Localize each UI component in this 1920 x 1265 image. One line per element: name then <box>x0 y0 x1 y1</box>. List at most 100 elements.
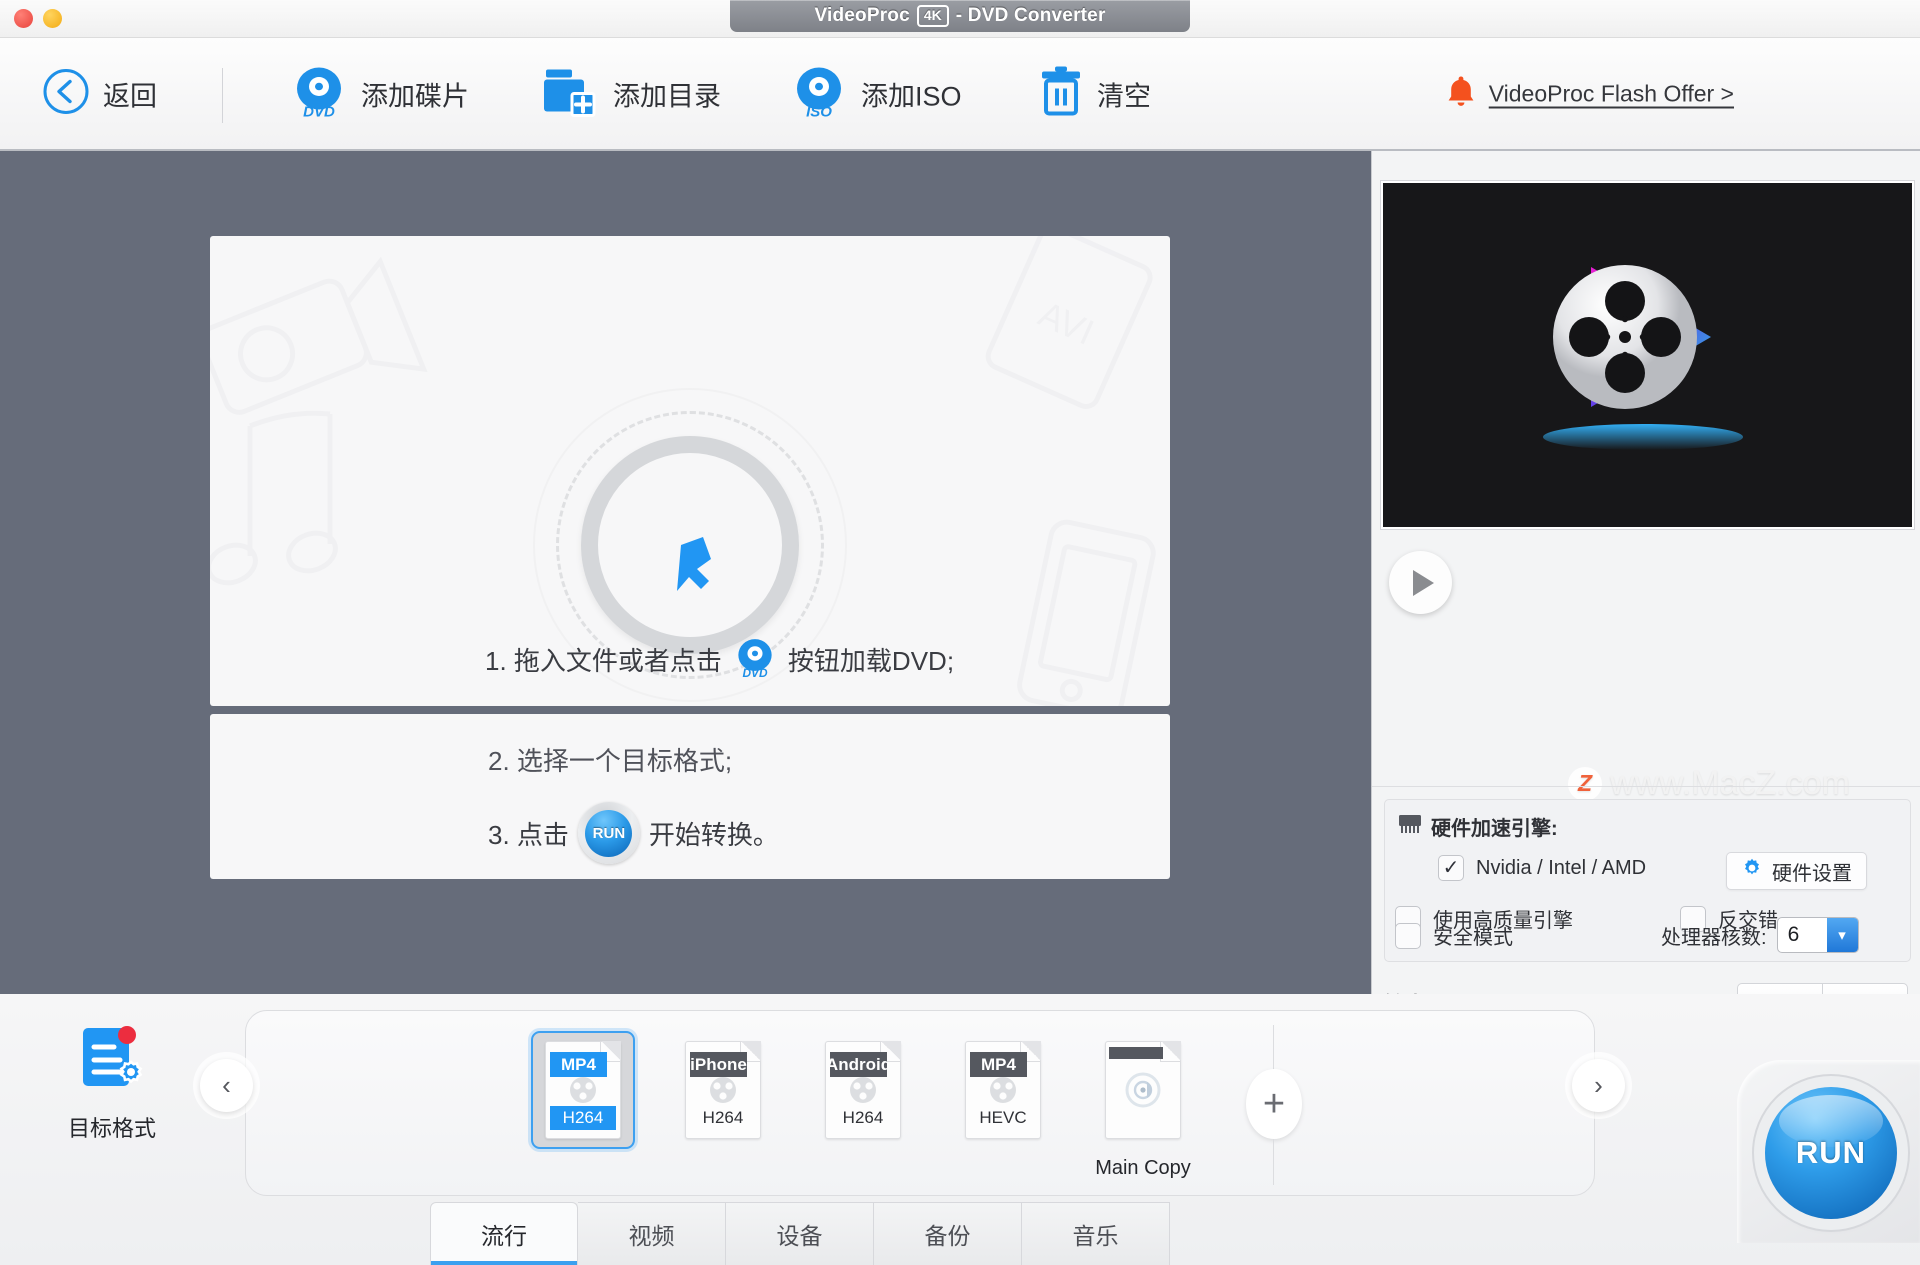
format-card-mp4-hevc[interactable]: MP4 HEVC <box>951 1031 1055 1157</box>
file-drop-zone[interactable]: AVI 1. 拖入文件或者点击 DVD 按钮加载DVD; <box>210 236 1170 706</box>
toolbar-add-iso-button[interactable]: ISO 添加ISO <box>790 62 962 125</box>
format-caption: Main Copy <box>1095 1157 1191 1179</box>
flash-offer-link[interactable]: VideoProc Flash Offer > <box>1445 74 1734 113</box>
play-preview-button[interactable] <box>1389 551 1452 614</box>
hardware-settings-button[interactable]: 硬件设置 <box>1726 852 1867 890</box>
hw-accel-checkbox-row[interactable]: Nvidia / Intel / AMD <box>1438 855 1646 881</box>
svg-text:AVI: AVI <box>1033 293 1100 353</box>
window-controls <box>14 9 62 28</box>
toolbar-divider <box>222 68 223 123</box>
title-4k-badge: 4K <box>916 5 949 27</box>
svg-text:DVD: DVD <box>742 666 767 680</box>
cpu-cores-control: 处理器核数: 6 ▾ <box>1661 917 1859 953</box>
title-app-name: VideoProc <box>814 5 910 26</box>
chevron-down-icon[interactable]: ▾ <box>1826 918 1858 952</box>
safe-mode-label: 安全模式 <box>1433 927 1513 949</box>
window-title: VideoProc 4K - DVD Converter <box>730 0 1190 32</box>
format-prev-button[interactable]: ‹ <box>200 1059 253 1112</box>
format-bottom-label: HEVC <box>979 1108 1027 1127</box>
safe-mode-checkbox[interactable] <box>1395 922 1421 949</box>
run-button[interactable]: RUN <box>1765 1087 1897 1219</box>
hw-accel-checkbox[interactable] <box>1438 855 1464 881</box>
cursor-arrow-icon <box>663 533 717 600</box>
toolbar-clear-label: 清空 <box>1097 81 1151 111</box>
drop-step-2: 2. 选择一个目标格式; <box>488 741 732 778</box>
format-list: MP4 H264 iPhone H264 Android H264 MP4 HE… <box>531 1031 1195 1180</box>
format-card-android-h264[interactable]: Android H264 <box>811 1031 915 1157</box>
main-toolbar: 返回 DVD 添加碟片 添加目录 ISO 添加ISO 清空 VideoProc … <box>0 38 1920 151</box>
format-bottom-label: H264 <box>842 1108 884 1127</box>
tab-popular[interactable]: 流行 <box>430 1202 578 1265</box>
run-button-illustration: RUN <box>577 802 640 864</box>
cpu-cores-label: 处理器核数: <box>1661 926 1767 949</box>
tab-device-label: 设备 <box>776 1223 823 1249</box>
close-button[interactable] <box>14 9 33 28</box>
hardware-section-label: 硬件加速引擎: <box>1431 818 1558 840</box>
toolbar-back-label: 返回 <box>103 81 157 111</box>
cpu-chip-icon <box>1397 813 1423 841</box>
document-gear-icon <box>75 1022 149 1101</box>
tab-popular-label: 流行 <box>481 1223 527 1249</box>
run-button-label: RUN <box>1795 1135 1867 1170</box>
tab-video-label: 视频 <box>628 1223 675 1249</box>
drop-step-3-suffix: 开始转换。 <box>648 819 779 850</box>
tab-music[interactable]: 音乐 <box>1022 1202 1170 1265</box>
video-file-icon: MP4 HEVC <box>965 1041 1041 1139</box>
video-preview[interactable] <box>1381 181 1914 529</box>
safe-mode-checkbox-row[interactable]: 安全模式 <box>1395 921 1513 950</box>
run-button-area: RUN <box>1737 1060 1920 1243</box>
format-bottom-label: H264 <box>550 1106 616 1130</box>
toolbar-add-disc-button[interactable]: DVD 添加碟片 <box>290 62 469 125</box>
format-bottom-label: H264 <box>702 1108 744 1127</box>
minimize-button[interactable] <box>43 9 62 28</box>
dvd-disc-icon: DVD <box>290 62 348 125</box>
cpu-cores-select[interactable]: 6 ▾ <box>1776 917 1859 953</box>
chevron-right-icon: › <box>1594 1070 1603 1100</box>
svg-text:ISO: ISO <box>806 103 832 120</box>
film-reel-play-icon <box>1533 245 1763 465</box>
video-file-icon: iPhone H264 <box>685 1041 761 1139</box>
main-content-area: AVI 1. 拖入文件或者点击 DVD 按钮加载DVD; 2. 选择一个目标格式… <box>0 151 1371 994</box>
cpu-cores-value: 6 <box>1787 923 1800 946</box>
tab-backup[interactable]: 备份 <box>874 1202 1022 1265</box>
toolbar-add-iso-label: 添加ISO <box>861 81 962 111</box>
right-panel: Z www.MacZ.com 硬件加速引擎: Nvidia / Intel <box>1371 151 1920 1057</box>
site-watermark: Z www.MacZ.com <box>1568 764 1850 803</box>
format-card-main-copy[interactable]: Main Copy <box>1091 1031 1195 1180</box>
hardware-settings-group: 硬件加速引擎: Nvidia / Intel / AMD 硬件设置 使用高质量引… <box>1384 799 1911 962</box>
bell-icon <box>1445 74 1477 113</box>
format-card-mp4-h264[interactable]: MP4 H264 <box>531 1031 635 1157</box>
reel-mark-icon <box>990 1077 1016 1103</box>
toolbar-clear-button[interactable]: 清空 <box>1038 65 1151 122</box>
chevron-left-icon: ‹ <box>222 1070 231 1100</box>
iso-disc-icon: ISO <box>790 62 848 125</box>
toolbar-back-button[interactable]: 返回 <box>42 67 157 120</box>
tab-music-label: 音乐 <box>1072 1223 1119 1249</box>
target-format-button[interactable]: 目标格式 <box>52 1022 172 1143</box>
drop-step-1-suffix: 按钮加载DVD; <box>787 645 955 676</box>
reel-mark-icon <box>710 1077 736 1103</box>
play-icon <box>1413 569 1434 596</box>
folder-plus-icon <box>540 63 600 124</box>
tab-video[interactable]: 视频 <box>578 1202 726 1265</box>
format-card-iphone-h264[interactable]: iPhone H264 <box>671 1031 775 1157</box>
watermark-label: www.MacZ.com <box>1610 764 1850 802</box>
plus-icon: + <box>1262 1082 1286 1125</box>
drop-step-1-prefix: 1. 拖入文件或者点击 <box>485 645 722 676</box>
tab-device[interactable]: 设备 <box>726 1202 874 1265</box>
tab-backup-label: 备份 <box>924 1223 971 1249</box>
add-format-tick-top <box>1273 1025 1274 1071</box>
reel-mark-icon <box>850 1077 876 1103</box>
format-bar: 目标格式 MP4 H264 iPhone H264 Android H264 M… <box>0 994 1920 1265</box>
toolbar-add-folder-button[interactable]: 添加目录 <box>540 63 721 124</box>
main-copy-file-icon <box>1105 1041 1181 1139</box>
format-top-label: Android <box>830 1052 887 1077</box>
target-format-label: 目标格式 <box>67 1116 156 1141</box>
title-suffix: - DVD Converter <box>955 5 1106 26</box>
dvd-disc-icon: DVD <box>731 636 779 682</box>
run-mini-label: RUN <box>585 809 633 857</box>
add-format-button[interactable]: + <box>1246 1069 1302 1139</box>
hardware-settings-label: 硬件设置 <box>1772 862 1852 885</box>
gear-icon <box>1741 857 1763 885</box>
format-next-button[interactable]: › <box>1572 1059 1625 1112</box>
